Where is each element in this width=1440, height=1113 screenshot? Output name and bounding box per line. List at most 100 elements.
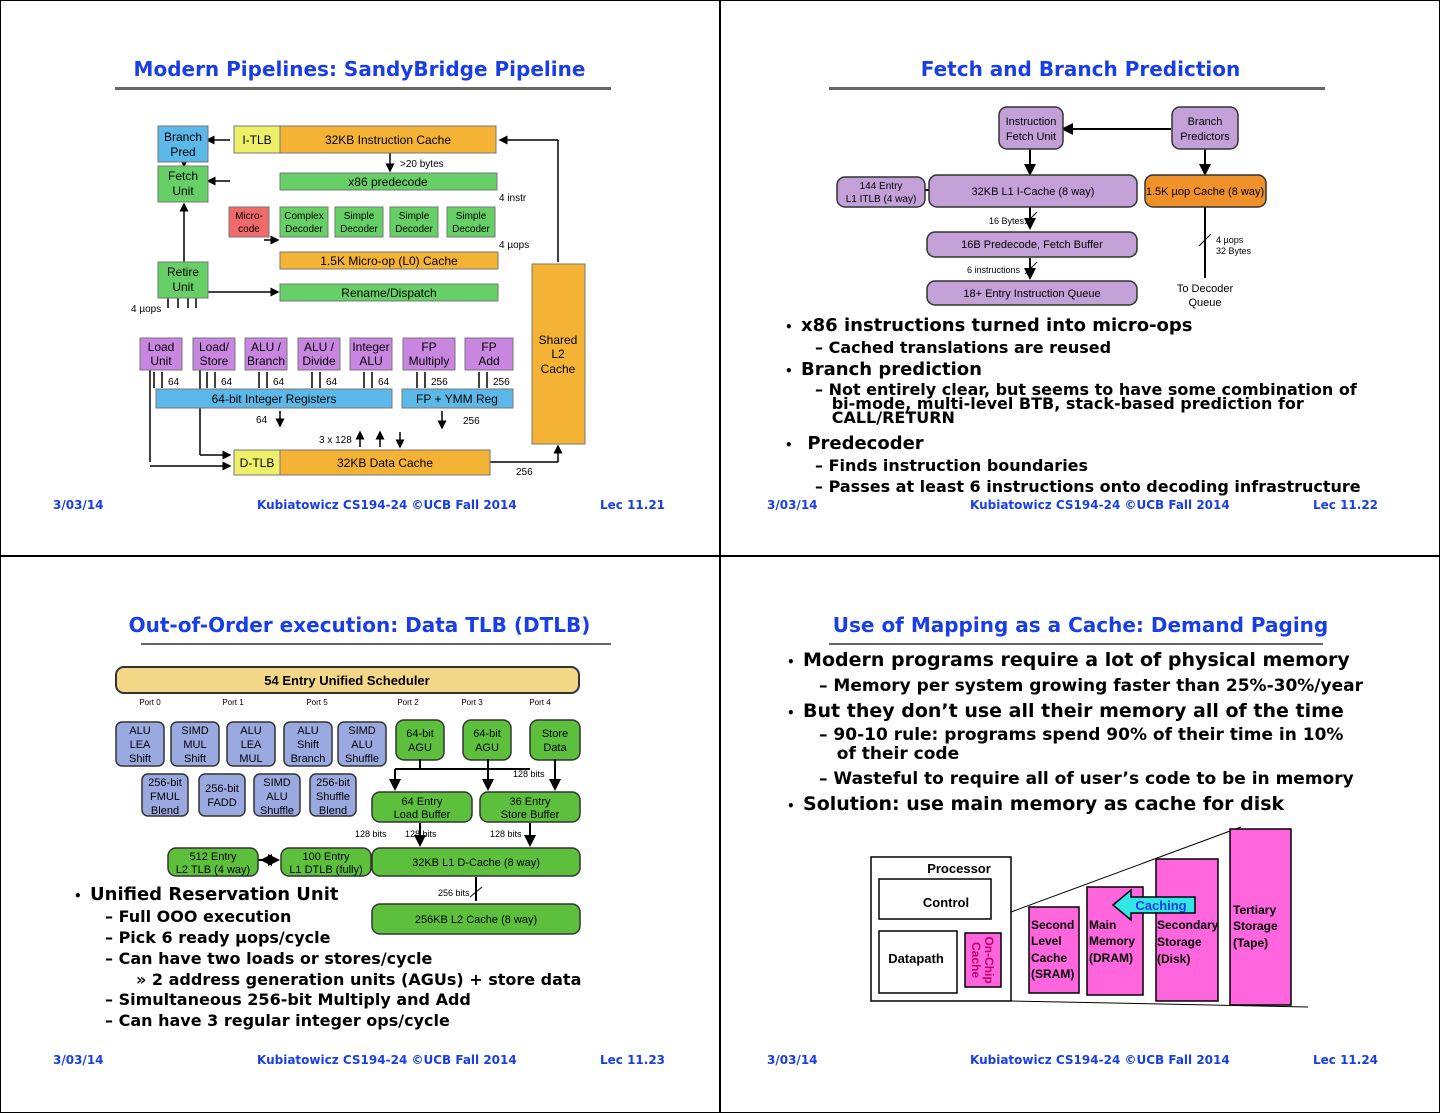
bus-width-label: 256 bbox=[493, 377, 510, 388]
decoder-label: Decoder bbox=[340, 224, 378, 235]
svg-text:x86 predecode: x86 predecode bbox=[348, 175, 428, 189]
svg-text:Fetch: Fetch bbox=[168, 169, 198, 183]
svg-text:L2 TLB (4 way): L2 TLB (4 way) bbox=[176, 864, 250, 876]
svg-text:Level: Level bbox=[1031, 934, 1062, 948]
svg-text:Unit: Unit bbox=[172, 184, 194, 198]
exec-unit-label: MUL bbox=[183, 739, 206, 751]
exec-unit-box bbox=[198, 773, 246, 817]
bus-width-label: 64 bbox=[273, 377, 285, 388]
svg-text:36 Entry: 36 Entry bbox=[510, 796, 551, 808]
svg-text:Cache: Cache bbox=[1031, 951, 1067, 965]
bullet: • Unified Reservation Unit bbox=[74, 884, 339, 905]
svg-text:L1 ITLB (4 way): L1 ITLB (4 way) bbox=[846, 194, 917, 205]
exec-unit-label: Shift bbox=[184, 753, 206, 765]
exec-unit-label: ALU / bbox=[304, 340, 335, 354]
sub-bullet: – Simultaneous 256-bit Multiply and Add bbox=[105, 990, 471, 1009]
slide-sandybridge: Modern Pipelines: SandyBridge Pipeline B… bbox=[0, 0, 719, 555]
svg-text:Branch: Branch bbox=[1188, 116, 1223, 128]
svg-text:code: code bbox=[238, 224, 260, 235]
exec-unit-label: Integer bbox=[352, 340, 389, 354]
sub-bullet: – Full OOO execution bbox=[105, 907, 292, 926]
agu-label: 64-bit bbox=[473, 728, 501, 740]
exec-unit-label: Load bbox=[148, 340, 175, 354]
sub-sub-bullet: » 2 address generation units (AGUs) + st… bbox=[136, 970, 582, 989]
svg-text:Secondary: Secondary bbox=[1157, 918, 1219, 932]
svg-text:Shared: Shared bbox=[539, 333, 578, 347]
exec-row2-group: 256-bit FMUL Blend 256-bit FADD SIMD ALU Shuffl… bbox=[141, 773, 357, 817]
agu-label: AGU bbox=[408, 742, 432, 754]
exec-unit-label: Multiply bbox=[409, 354, 450, 368]
svg-text:64-bit Integer Registers: 64-bit Integer Registers bbox=[212, 392, 337, 406]
svg-text:256: 256 bbox=[516, 467, 533, 478]
exec-unit-label: FP bbox=[481, 340, 496, 354]
exec-unit-label: FP bbox=[421, 340, 436, 354]
agu-label: AGU bbox=[475, 742, 499, 754]
footer-date: 3/03/14 bbox=[767, 498, 818, 512]
sub-bullet: – Not entirely clear, but seems to have … bbox=[815, 380, 1357, 427]
svg-text:4 µops: 4 µops bbox=[1216, 235, 1244, 245]
port-label: Port 0 bbox=[139, 698, 161, 707]
exec-unit-label: LEA bbox=[130, 739, 151, 751]
bullet: • Predecoder bbox=[785, 433, 924, 454]
agu-box bbox=[395, 719, 445, 761]
svg-text:Control: Control bbox=[923, 895, 969, 910]
svg-text:Memory: Memory bbox=[1089, 934, 1135, 948]
svg-text:128 bits: 128 bits bbox=[490, 829, 522, 839]
exec-unit-label: MUL bbox=[239, 753, 262, 765]
exec-unit-label: Shift bbox=[297, 739, 319, 751]
exec-unit-label: Shuffle bbox=[316, 791, 350, 803]
svg-text:Load Buffer: Load Buffer bbox=[394, 809, 451, 821]
svg-text:Retire: Retire bbox=[167, 265, 199, 279]
svg-text:>20 bytes: >20 bytes bbox=[400, 159, 444, 170]
sandybridge-diagram: Branch Pred I-TLB 32KB Instruction Cache… bbox=[131, 125, 586, 478]
sub-bullet: – Can have 3 regular integer ops/cycle bbox=[105, 1011, 450, 1030]
footer-date: 3/03/14 bbox=[767, 1053, 818, 1067]
decoder-label: Simple bbox=[399, 211, 430, 222]
svg-text:64 Entry: 64 Entry bbox=[402, 796, 443, 808]
footer-course: Kubiatowicz CS194-24 ©UCB Fall 2014 bbox=[970, 1053, 1230, 1067]
exec-unit-label: Branch bbox=[291, 753, 326, 765]
svg-text:FP + YMM Reg: FP + YMM Reg bbox=[416, 392, 498, 406]
bullet: • Branch prediction bbox=[785, 359, 982, 380]
exec-unit-label: Shuffle bbox=[345, 753, 379, 765]
footer-date: 3/03/14 bbox=[53, 1053, 104, 1067]
footer-lecture: Lec 11.24 bbox=[1313, 1053, 1379, 1067]
exec-unit-label: ALU bbox=[240, 725, 261, 737]
decoder-label: Decoder bbox=[452, 224, 490, 235]
footer-lecture: Lec 11.21 bbox=[600, 498, 666, 512]
svg-text:Second: Second bbox=[1031, 918, 1074, 932]
svg-text:Unit: Unit bbox=[172, 280, 194, 294]
svg-text:6 instructions: 6 instructions bbox=[967, 265, 1021, 275]
exec-unit-label: LEA bbox=[241, 739, 262, 751]
exec-unit-label: 256-bit bbox=[205, 783, 239, 795]
store-data-label: Store bbox=[542, 728, 568, 740]
fetch-diagram: Instruction Fetch Unit Branch Predictors… bbox=[836, 106, 1267, 309]
exec-unit-label: FADD bbox=[207, 797, 236, 809]
exec-unit-label: Divide bbox=[302, 354, 336, 368]
svg-text:1.5K µop Cache (8 way): 1.5K µop Cache (8 way) bbox=[1146, 186, 1264, 198]
exec-unit-label: SIMD bbox=[348, 725, 376, 737]
exec-unit-label: Add bbox=[478, 354, 499, 368]
exec-unit-label: ALU bbox=[266, 791, 287, 803]
store-data-label: Data bbox=[543, 742, 567, 754]
port-label: Port 3 bbox=[461, 698, 483, 707]
svg-text:Predictors: Predictors bbox=[1180, 131, 1230, 143]
exec-unit-label: 256-bit bbox=[316, 777, 350, 789]
exec-unit-label: Store bbox=[200, 354, 229, 368]
branch-pred-label: Branch bbox=[164, 130, 202, 144]
footer-course: Kubiatowicz CS194-24 ©UCB Fall 2014 bbox=[257, 1053, 517, 1067]
svg-text:32 Bytes: 32 Bytes bbox=[1216, 246, 1252, 256]
slide-demand-paging: Use of Mapping as a Cache: Demand Paging… bbox=[721, 557, 1440, 1112]
svg-text:Processor: Processor bbox=[927, 861, 991, 876]
decoder-label: Complex bbox=[284, 211, 323, 222]
exec-unit-label: Unit bbox=[150, 354, 172, 368]
bullet: • x86 instructions turned into micro-ops bbox=[785, 315, 1193, 336]
decoder-label: Simple bbox=[456, 211, 487, 222]
svg-text:128 bits: 128 bits bbox=[355, 829, 387, 839]
svg-text:256 bits: 256 bits bbox=[438, 888, 470, 898]
port-label: Port 4 bbox=[529, 698, 551, 707]
store-data-box bbox=[529, 719, 581, 761]
port-label: Port 1 bbox=[222, 698, 244, 707]
svg-text:Cache: Cache bbox=[969, 942, 983, 978]
svg-text:Micro-: Micro- bbox=[235, 211, 263, 222]
